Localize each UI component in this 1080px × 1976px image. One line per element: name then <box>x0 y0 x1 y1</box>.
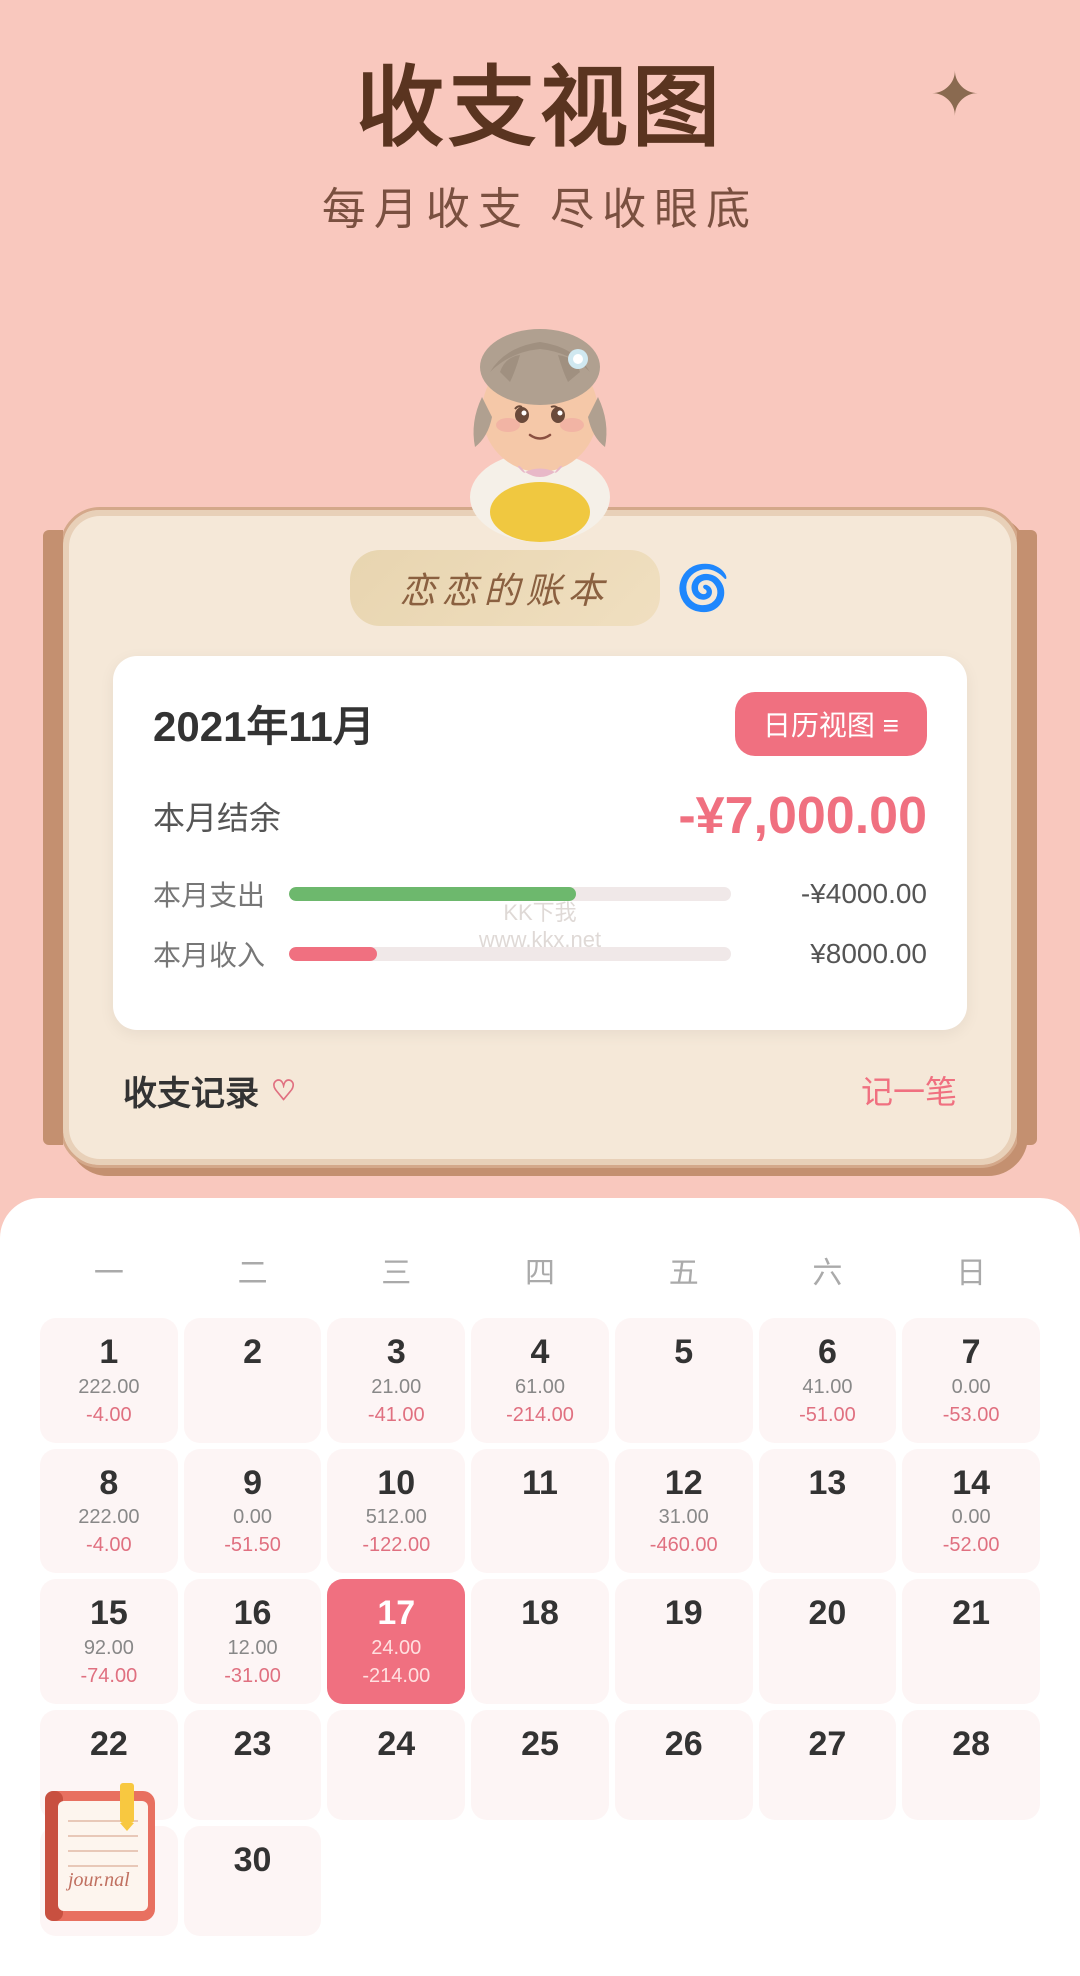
calendar-day[interactable]: 27 <box>759 1710 897 1820</box>
calendar-day[interactable]: 1592.00-74.00 <box>40 1579 178 1704</box>
calendar-day[interactable]: 18 <box>471 1579 609 1704</box>
records-label: 收支记录 ♡ <box>123 1066 296 1115</box>
income-bar <box>289 947 731 961</box>
calendar-day[interactable]: 1612.00-31.00 <box>184 1579 322 1704</box>
records-section: 收支记录 ♡ 记一笔 <box>113 1066 967 1115</box>
balance-row: 本月结余 -¥7,000.00 <box>153 786 927 846</box>
calendar-day[interactable]: 461.00-214.00 <box>471 1318 609 1443</box>
calendar-header: 六 <box>759 1238 897 1312</box>
calendar-day[interactable]: 641.00-51.00 <box>759 1318 897 1443</box>
calendar-header: 四 <box>471 1238 609 1312</box>
book-spine-right <box>1017 530 1037 1145</box>
svg-text:jour.nal: jour.nal <box>65 1869 130 1891</box>
calendar-day[interactable]: 23 <box>184 1710 322 1820</box>
card-header: 2021年11月 日历视图 ≡ <box>153 692 927 756</box>
calendar-day[interactable]: 140.00-52.00 <box>902 1449 1040 1574</box>
calendar-day[interactable]: 2 <box>184 1318 322 1443</box>
calendar-day[interactable]: 21 <box>902 1579 1040 1704</box>
summary-card: 2021年11月 日历视图 ≡ 本月结余 -¥7,000.00 KK下我 www… <box>113 656 967 1030</box>
calendar-day[interactable]: 5 <box>615 1318 753 1443</box>
sub-title: 每月收支 尽收眼底 <box>0 173 1080 237</box>
app-title-text: 恋恋的账本 <box>350 550 660 626</box>
calendar-header: 五 <box>615 1238 753 1312</box>
heart-icon: ♡ <box>271 1074 296 1107</box>
income-label: 本月收入 <box>153 934 273 974</box>
calendar-day[interactable]: 28 <box>902 1710 1040 1820</box>
calendar-day[interactable]: 13 <box>759 1449 897 1574</box>
calendar-day[interactable]: 1724.00-214.00 <box>327 1579 465 1704</box>
expense-bar-fill <box>289 887 576 901</box>
income-row: 本月收入 ¥8000.00 <box>153 934 927 974</box>
balance-label: 本月结余 <box>153 793 281 839</box>
book-spine-left <box>43 530 63 1145</box>
calendar-day[interactable]: 10512.00-122.00 <box>327 1449 465 1574</box>
calendar-day[interactable]: 25 <box>471 1710 609 1820</box>
calendar-day[interactable]: 20 <box>759 1579 897 1704</box>
calendar-header: 三 <box>327 1238 465 1312</box>
calendar-day[interactable]: 1222.00-4.00 <box>40 1318 178 1443</box>
calendar-header: 日 <box>902 1238 1040 1312</box>
calendar-grid: 一二三四五六日 1222.00-4.002321.00-41.00461.00-2… <box>40 1238 1040 1936</box>
app-title-banner: 恋恋的账本 🌀 <box>113 550 967 626</box>
calendar-header: 二 <box>184 1238 322 1312</box>
journal-book-icon: jour.nal Journal <box>30 1771 170 1936</box>
calendar-day[interactable]: 1231.00-460.00 <box>615 1449 753 1574</box>
balance-amount: -¥7,000.00 <box>678 786 927 846</box>
main-title: 收支视图 <box>0 60 1080 157</box>
calendar-day[interactable]: 24 <box>327 1710 465 1820</box>
income-amount: ¥8000.00 <box>747 938 927 970</box>
add-record-button[interactable]: 记一笔 <box>861 1067 957 1113</box>
expense-label: 本月支出 <box>153 874 273 914</box>
character-illustration <box>0 267 1080 547</box>
income-bar-fill <box>289 947 377 961</box>
calendar-day[interactable]: 8222.00-4.00 <box>40 1449 178 1574</box>
top-section: ✦ 收支视图 每月收支 尽收眼底 <box>0 0 1080 237</box>
calendar-view-button[interactable]: 日历视图 ≡ <box>735 692 927 756</box>
sparkle-icon: ✦ <box>930 60 980 130</box>
expense-amount: -¥4000.00 <box>747 878 927 910</box>
calendar-day[interactable]: 90.00-51.50 <box>184 1449 322 1574</box>
sun-icon: 🌀 <box>676 562 731 614</box>
calendar-day[interactable]: 26 <box>615 1710 753 1820</box>
calendar-day[interactable]: 11 <box>471 1449 609 1574</box>
calendar-day[interactable]: 70.00-53.00 <box>902 1318 1040 1443</box>
expense-bar <box>289 887 731 901</box>
calendar-day[interactable]: 321.00-41.00 <box>327 1318 465 1443</box>
month-title: 2021年11月 <box>153 693 375 754</box>
calendar-day[interactable]: 19 <box>615 1579 753 1704</box>
book-container: 恋恋的账本 🌀 2021年11月 日历视图 ≡ 本月结余 -¥7,000.00 … <box>60 507 1020 1168</box>
calendar-section: jour.nal Journal 一二三四五六日1222.00-4.002321… <box>0 1198 1080 1976</box>
expense-row: 本月支出 -¥4000.00 <box>153 874 927 914</box>
calendar-header: 一 <box>40 1238 178 1312</box>
